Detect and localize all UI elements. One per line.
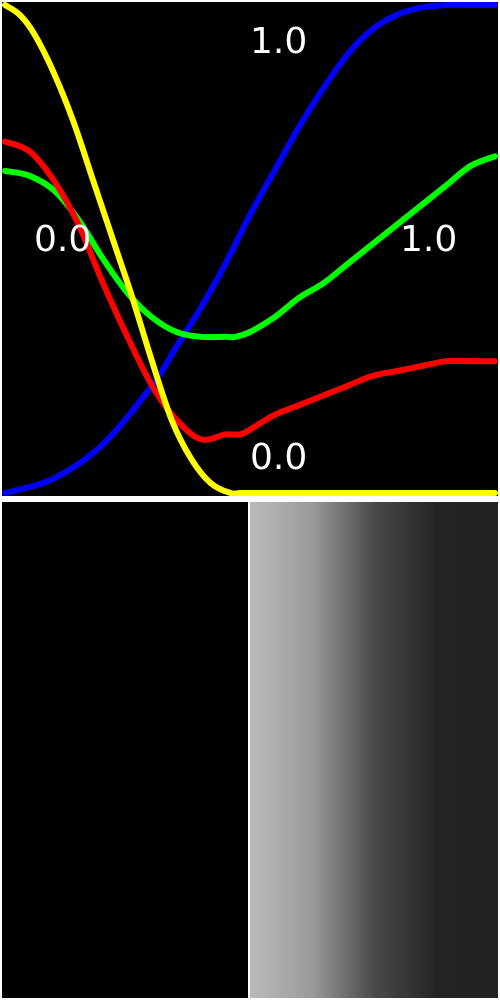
figure-frame: 0.0 1.0 1.0 0.0 xyxy=(0,0,500,1000)
color-swatch-row xyxy=(2,502,498,998)
y-min-tick-label: 0.0 xyxy=(250,437,307,478)
curve-chart-svg: 0.0 1.0 1.0 0.0 xyxy=(2,2,498,496)
y-max-tick-label: 1.0 xyxy=(250,21,307,62)
gradient-swatch xyxy=(250,502,498,998)
solid-swatch xyxy=(2,502,248,998)
x-max-tick-label: 1.0 xyxy=(400,219,457,260)
curve-chart: 0.0 1.0 1.0 0.0 xyxy=(2,2,498,496)
x-min-tick-label: 0.0 xyxy=(34,219,91,260)
